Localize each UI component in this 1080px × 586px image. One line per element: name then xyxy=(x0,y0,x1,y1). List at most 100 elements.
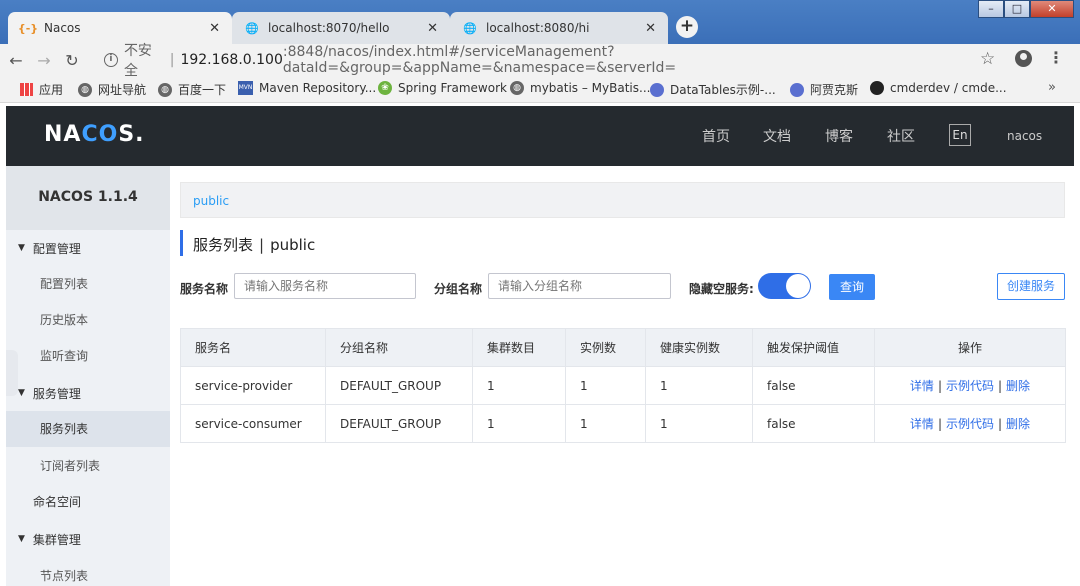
delete-link[interactable]: 删除 xyxy=(1006,417,1030,431)
nacos-logo[interactable]: NACOS. xyxy=(44,122,145,147)
action-separator: | xyxy=(937,417,942,431)
sidebar-item-namespace[interactable]: 命名空间 xyxy=(6,484,170,520)
sidebar-group-config[interactable]: ▼ 配置管理 xyxy=(6,230,170,266)
bookmark-item[interactable]: ◍ mybatis – MyBatis... xyxy=(510,81,650,95)
bookmark-label: 阿贾克斯 xyxy=(810,83,859,97)
sidebar-group-label: 配置管理 xyxy=(32,241,81,256)
bookmark-item[interactable]: cmderdev / cmde... xyxy=(870,81,1007,95)
profile-icon[interactable] xyxy=(1015,50,1032,67)
sample-code-link[interactable]: 示例代码 xyxy=(946,417,994,431)
service-table: 服务名 分组名称 集群数目 实例数 健康实例数 触发保护阈值 操作 servic… xyxy=(180,328,1066,443)
close-icon[interactable]: ✕ xyxy=(645,21,656,36)
github-icon xyxy=(870,81,884,95)
cell-protect-threshold: false xyxy=(752,404,875,443)
hide-empty-toggle[interactable] xyxy=(758,273,811,299)
sidebar-item-history[interactable]: 历史版本 xyxy=(6,302,170,338)
cell-cluster-count: 1 xyxy=(472,366,566,405)
sidebar-group-cluster[interactable]: ▼ 集群管理 xyxy=(6,521,170,557)
address-bar[interactable]: i 不安全 | 192.168.0.100 :8848/nacos/index.… xyxy=(104,43,1004,79)
globe-icon: ◍ xyxy=(78,82,92,97)
nav-docs[interactable]: 文档 xyxy=(763,126,791,146)
bookmark-item[interactable]: MVN Maven Repository... xyxy=(238,81,376,95)
bookmark-item[interactable]: DataTables示例-... xyxy=(650,81,776,98)
cell-actions: 详情 | 示例代码 | 删除 xyxy=(874,404,1066,443)
col-group-name: 分组名称 xyxy=(325,328,473,367)
browser-titlebar: {-} Nacos ✕ 🌐 localhost:8070/hello ✕ 🌐 l… xyxy=(0,0,1080,44)
bookmark-item[interactable]: ❀ Spring Framework xyxy=(378,81,507,95)
group-name-input[interactable] xyxy=(488,273,671,299)
bookmark-label: 百度一下 xyxy=(178,83,227,97)
info-icon[interactable]: i xyxy=(104,53,118,67)
logo-text: O xyxy=(98,122,119,147)
title-separator: | xyxy=(259,236,265,254)
reload-icon[interactable]: ↻ xyxy=(60,51,84,70)
app-header: NACOS. 首页 文档 博客 社区 En nacos xyxy=(6,106,1074,166)
cell-service-name: service-provider xyxy=(180,366,326,405)
tab-hello[interactable]: 🌐 localhost:8070/hello ✕ xyxy=(232,12,450,44)
close-icon[interactable]: ✕ xyxy=(209,21,220,36)
sidebar-group-service[interactable]: ▼ 服务管理 xyxy=(6,375,170,411)
bookmark-label: mybatis – MyBatis... xyxy=(530,81,651,95)
cell-instance-count: 1 xyxy=(565,366,646,405)
bookmark-item[interactable]: ◍ 网址导航 xyxy=(78,81,146,98)
cell-cluster-count: 1 xyxy=(472,404,566,443)
cell-service-name: service-consumer xyxy=(180,404,326,443)
sidebar-collapse-handle[interactable] xyxy=(6,350,18,396)
bookmark-item[interactable]: 阿贾克斯 xyxy=(790,81,858,98)
window-close-button[interactable]: ✕ xyxy=(1030,0,1074,18)
bookmark-star-icon[interactable]: ☆ xyxy=(980,49,995,69)
caret-down-icon: ▼ xyxy=(18,388,25,398)
detail-link[interactable]: 详情 xyxy=(910,417,934,431)
create-service-button[interactable]: 创建服务 xyxy=(997,273,1065,300)
nacos-favicon-icon: {-} xyxy=(17,21,39,35)
bookmark-label: 应用 xyxy=(39,83,64,97)
back-icon[interactable]: ← xyxy=(4,51,28,70)
col-protect-threshold: 触发保护阈值 xyxy=(752,328,875,367)
close-icon[interactable]: ✕ xyxy=(427,21,438,36)
url-path: :8848/nacos/index.html#/serviceManagemen… xyxy=(282,44,677,76)
sidebar-group-label: 集群管理 xyxy=(32,532,81,547)
sidebar-item-listener-query[interactable]: 监听查询 xyxy=(6,338,170,374)
browser-menu-icon[interactable]: ⋮ xyxy=(1048,48,1064,67)
namespace-breadcrumb[interactable]: public xyxy=(180,182,1065,218)
nav-home[interactable]: 首页 xyxy=(702,126,730,146)
tab-nacos[interactable]: {-} Nacos ✕ xyxy=(8,12,232,44)
sample-code-link[interactable]: 示例代码 xyxy=(946,379,994,393)
delete-link[interactable]: 删除 xyxy=(1006,379,1030,393)
bookmark-item[interactable]: ◍ 百度一下 xyxy=(158,81,226,98)
col-healthy-count: 健康实例数 xyxy=(645,328,753,367)
circle-icon xyxy=(650,82,664,97)
action-separator: | xyxy=(937,379,942,393)
service-name-input[interactable] xyxy=(234,273,416,299)
bookmark-label: 网址导航 xyxy=(98,83,147,97)
query-button[interactable]: 查询 xyxy=(829,274,875,300)
detail-link[interactable]: 详情 xyxy=(910,379,934,393)
nav-blog[interactable]: 博客 xyxy=(825,126,853,146)
new-tab-button[interactable]: + xyxy=(676,16,698,38)
globe-icon: ◍ xyxy=(510,81,524,95)
cell-group-name: DEFAULT_GROUP xyxy=(325,366,473,405)
service-name-label: 服务名称 xyxy=(180,282,229,296)
tab-title: localhost:8070/hello xyxy=(268,21,390,35)
more-bookmarks-icon[interactable]: » xyxy=(1048,80,1056,95)
caret-down-icon: ▼ xyxy=(18,243,25,253)
cell-healthy-count: 1 xyxy=(645,366,753,405)
minimize-button[interactable]: – xyxy=(978,0,1004,18)
maximize-button[interactable]: □ xyxy=(1004,0,1030,18)
language-toggle-button[interactable]: En xyxy=(949,124,971,146)
tab-hi[interactable]: 🌐 localhost:8080/hi ✕ xyxy=(450,12,668,44)
table-header-row: 服务名 分组名称 集群数目 实例数 健康实例数 触发保护阈值 操作 xyxy=(180,328,1066,367)
sidebar-item-subscribers[interactable]: 订阅者列表 xyxy=(6,448,170,484)
forward-icon[interactable]: → xyxy=(32,51,56,70)
user-menu[interactable]: nacos xyxy=(1007,129,1042,143)
window-controls: – □ ✕ xyxy=(978,0,1074,18)
sidebar-item-nodes[interactable]: 节点列表 xyxy=(6,558,170,586)
toggle-knob xyxy=(786,274,810,298)
globe-icon: 🌐 xyxy=(245,21,259,35)
nav-community[interactable]: 社区 xyxy=(887,126,915,146)
url-host: 192.168.0.100 xyxy=(180,52,283,68)
sidebar-item-config-list[interactable]: 配置列表 xyxy=(6,266,170,302)
bookmark-apps[interactable]: 应用 xyxy=(20,81,63,98)
apps-icon xyxy=(20,83,33,96)
sidebar-item-service-list[interactable]: 服务列表 xyxy=(6,411,170,447)
